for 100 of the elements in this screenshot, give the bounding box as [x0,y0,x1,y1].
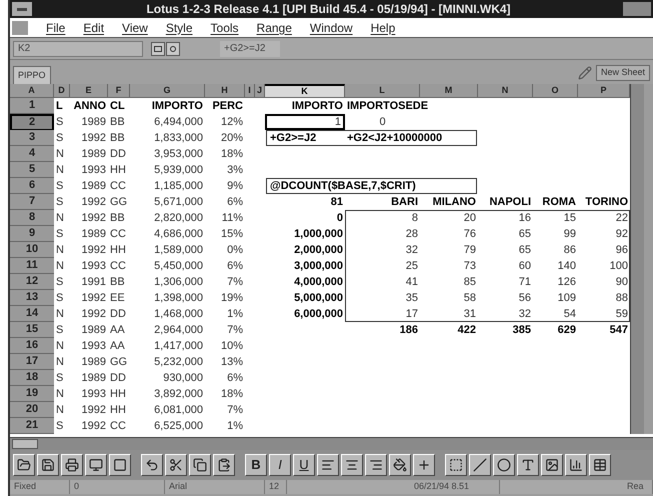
toolbar-button[interactable] [189,454,211,476]
column-header[interactable]: G [130,84,205,98]
sheet-tab[interactable]: PIPPO [13,66,51,84]
toolbar-button[interactable] [37,454,59,476]
row-header[interactable]: 16 [10,338,54,354]
cell-text: 41 [406,276,418,288]
column-header[interactable]: E [70,84,108,98]
name-box[interactable]: K2 [13,40,143,56]
system-menu-icon[interactable] [12,2,32,16]
horizontal-scrollbar[interactable] [10,438,653,450]
column-header[interactable]: K [265,84,345,98]
column-header[interactable]: P [578,84,630,98]
cell-text: 6% [227,372,243,384]
cell-text: 20% [220,132,243,144]
cell-text: 140 [558,260,576,272]
status-field[interactable]: 06/21/94 8.51 [410,480,500,494]
row-header[interactable]: 18 [10,370,54,386]
toolbar-button[interactable] [365,454,387,476]
menu-item[interactable]: Help [370,18,396,36]
status-field[interactable]: Rea [623,480,653,494]
menu-item[interactable]: Range [256,18,292,36]
menu-item[interactable]: View [122,18,148,36]
menu-item[interactable]: File [46,18,66,36]
toolbar-button[interactable] [493,454,515,476]
toolbar-button[interactable] [589,454,611,476]
cell-text: @DCOUNT($BASE,7,$CRIT) [270,180,416,192]
row-header[interactable]: 15 [10,322,54,338]
status-field[interactable]: Arial [165,480,265,494]
status-field[interactable]: 12 [265,480,287,494]
new-sheet-button[interactable]: New Sheet [596,65,650,81]
column-header[interactable]: J [255,84,265,98]
cell-text: 126 [558,276,576,288]
menu-item[interactable]: Window [310,18,353,36]
column-header[interactable]: H [205,84,245,98]
cell-text: 1992 [82,404,106,416]
formula-field[interactable]: +G2>=J2 [220,40,280,56]
toolbar-button[interactable] [141,454,163,476]
row-header[interactable]: 1 [10,98,54,114]
menu-item[interactable]: Tools [210,18,239,36]
row-header[interactable]: 14 [10,306,54,322]
row-header[interactable]: 13 [10,290,54,306]
row-header[interactable]: 4 [10,146,54,162]
toolbar-button[interactable] [213,454,235,476]
column-header[interactable]: A [10,84,54,98]
cell-text: 1,185,000 [154,180,203,192]
cell-text: CC [110,260,126,272]
row-header[interactable]: 6 [10,178,54,194]
row-header[interactable]: 8 [10,210,54,226]
column-header[interactable]: L [345,84,420,98]
row-header[interactable]: 2 [10,114,54,130]
column-header[interactable]: I [245,84,255,98]
row-header[interactable]: 19 [10,386,54,402]
menu-item[interactable]: Edit [83,18,104,36]
toolbar-button[interactable] [85,454,107,476]
row-header[interactable]: 20 [10,402,54,418]
row-header[interactable]: 17 [10,354,54,370]
row-header[interactable]: 3 [10,130,54,146]
vertical-scrollbar[interactable] [630,84,644,434]
folder-open-icon [17,458,31,472]
cell-text: 1989 [82,356,106,368]
row-header[interactable]: 12 [10,274,54,290]
toolbar-button[interactable] [541,454,563,476]
cell-text: 5,671,000 [154,196,203,208]
column-header[interactable]: N [478,84,533,98]
toolbar-button[interactable] [565,454,587,476]
cell-text: BB [110,132,125,144]
toolbar-button[interactable] [109,454,131,476]
format-button[interactable]: U [293,454,315,476]
toolbar-button[interactable] [13,454,35,476]
row-header[interactable]: 9 [10,226,54,242]
rectangle-icon [449,458,463,472]
toolbar-button[interactable] [317,454,339,476]
status-field[interactable]: 0 [70,480,165,494]
pencil-icon[interactable] [578,66,592,80]
toolbar-button[interactable] [61,454,83,476]
toolbar-button[interactable] [413,454,435,476]
cell-text: N [56,260,64,272]
status-field[interactable]: Fixed [10,480,70,494]
toolbar-button[interactable] [165,454,187,476]
toolbar-button[interactable] [469,454,491,476]
toolbar-button[interactable] [517,454,539,476]
cell-text: 1,468,000 [154,308,203,320]
column-header[interactable]: O [533,84,578,98]
toolbar-button[interactable] [445,454,467,476]
row-header[interactable]: 11 [10,258,54,274]
row-header[interactable]: 10 [10,242,54,258]
column-header[interactable]: F [108,84,130,98]
cell-text: 1993 [82,388,106,400]
column-header[interactable]: D [54,84,70,98]
toolbar-button[interactable] [341,454,363,476]
row-header[interactable]: 5 [10,162,54,178]
format-button[interactable]: B [245,454,267,476]
row-header[interactable]: 7 [10,194,54,210]
cell-text: N [56,164,64,176]
menu-item[interactable]: Style [166,18,193,36]
column-header[interactable]: M [420,84,478,98]
format-button[interactable]: I [269,454,291,476]
toolbar-button[interactable] [389,454,411,476]
row-header[interactable]: 21 [10,418,54,434]
tab-scroll-icon[interactable] [12,439,38,449]
